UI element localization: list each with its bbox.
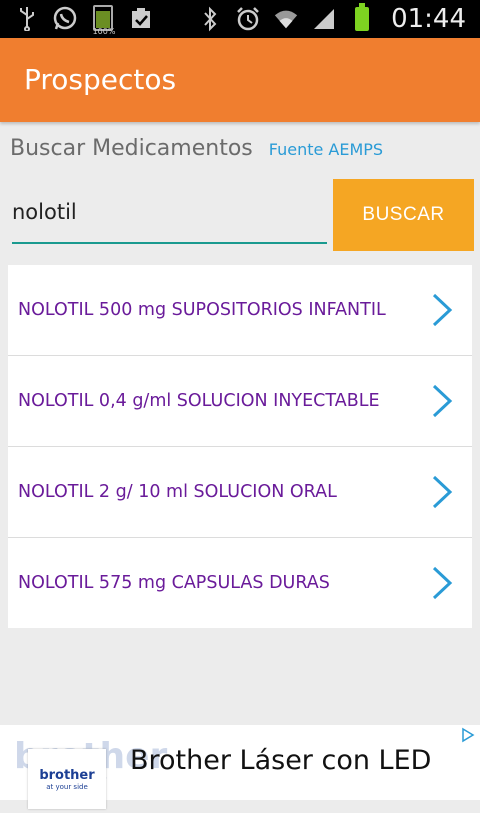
list-item[interactable]: NOLOTIL 575 mg CAPSULAS DURAS (8, 538, 472, 628)
ad-text: Brother Láser con LED (130, 745, 432, 776)
search-input-wrapper (12, 188, 327, 244)
list-item[interactable]: NOLOTIL 2 g/ 10 ml SOLUCION ORAL (8, 447, 472, 538)
list-item[interactable]: NOLOTIL 0,4 g/ml SOLUCION INYECTABLE (8, 356, 472, 447)
search-heading: Buscar Medicamentos (10, 136, 253, 161)
source-link[interactable]: Fuente AEMPS (269, 140, 383, 159)
brother-logo: brother at your side brother at your sid… (14, 735, 167, 813)
result-name: NOLOTIL 2 g/ 10 ml SOLUCION ORAL (18, 482, 337, 502)
chevron-right-icon (430, 447, 454, 537)
result-name: NOLOTIL 575 mg CAPSULAS DURAS (18, 573, 330, 593)
list-item[interactable]: NOLOTIL 500 mg SUPOSITORIOS INFANTIL (8, 265, 472, 356)
usb-icon (14, 4, 40, 32)
search-button[interactable]: BUSCAR (333, 179, 474, 251)
logo-brand: brother (39, 767, 95, 783)
whatsapp-icon (52, 4, 78, 32)
signal-icon (311, 5, 337, 33)
results-list: NOLOTIL 500 mg SUPOSITORIOS INFANTIL NOL… (8, 265, 472, 628)
result-name: NOLOTIL 0,4 g/ml SOLUCION INYECTABLE (18, 391, 380, 411)
status-bar: 100% 01:44 (0, 0, 480, 38)
logo-tagline: at your side (46, 782, 88, 791)
chevron-right-icon (430, 265, 454, 355)
result-name: NOLOTIL 500 mg SUPOSITORIOS INFANTIL (18, 300, 386, 320)
battery-full-icon: 100% (90, 4, 116, 36)
clipboard-check-icon (128, 4, 154, 32)
battery-percent-label: 100% (92, 27, 116, 36)
battery-charging-icon (349, 3, 375, 33)
app-title: Prospectos (24, 63, 177, 96)
bluetooth-icon (197, 5, 223, 33)
clock: 01:44 (391, 4, 466, 34)
chevron-right-icon (430, 538, 454, 628)
alarm-icon (235, 5, 261, 33)
search-input[interactable] (12, 188, 327, 224)
ad-banner[interactable]: brother at your side brother at your sid… (0, 725, 480, 813)
search-header: Buscar Medicamentos Fuente AEMPS (10, 136, 383, 161)
adchoices-icon[interactable] (460, 727, 476, 743)
chevron-right-icon (430, 356, 454, 446)
app-bar: Prospectos (0, 38, 480, 122)
wifi-icon (273, 5, 299, 33)
